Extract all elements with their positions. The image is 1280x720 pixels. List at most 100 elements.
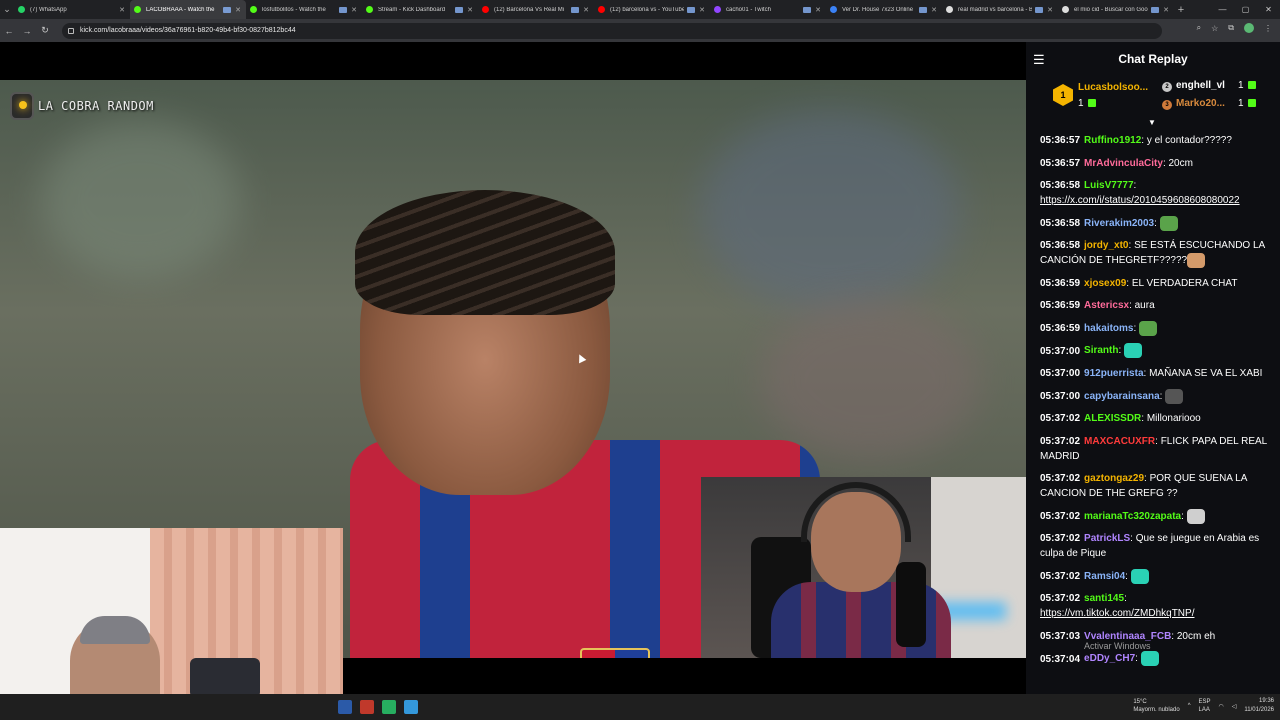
leader-3-count-value: 1 <box>1238 98 1244 109</box>
video-player[interactable]: LA COBRA RANDOM <box>0 42 1026 694</box>
message-username[interactable]: LuisV7777 <box>1084 180 1133 191</box>
close-tab-icon[interactable]: ✕ <box>930 6 938 14</box>
address-bar-row: ← → ↻ kick.com/lacobraaa/videos/36a76961… <box>0 19 1280 42</box>
message-time: 05:36:58 <box>1040 217 1081 229</box>
close-tab-icon[interactable]: ✕ <box>234 6 242 14</box>
message-username[interactable]: gaztongaz29 <box>1084 473 1144 484</box>
message-text: y el contador????? <box>1146 135 1232 146</box>
message-username[interactable]: xjosex09 <box>1084 278 1126 289</box>
message-username[interactable]: hakaitoms <box>1084 323 1133 334</box>
tab-favicon-icon <box>250 6 257 13</box>
close-tab-icon[interactable]: ✕ <box>814 6 822 14</box>
browser-tab[interactable]: (12) barcelona vs - YouTube ✕ <box>594 0 710 19</box>
emote-icon <box>1186 508 1205 524</box>
leader-3-name[interactable]: Marko20... <box>1176 98 1225 109</box>
tab-audio-icon[interactable] <box>223 6 231 13</box>
leader-2-name[interactable]: enghell_vl <box>1176 80 1225 91</box>
tab-audio-icon[interactable] <box>571 6 579 13</box>
close-tab-icon[interactable]: ✕ <box>350 6 358 14</box>
close-tab-icon[interactable]: ✕ <box>1162 6 1170 14</box>
minimize-icon[interactable]: — <box>1211 0 1234 19</box>
chevron-up-icon[interactable]: ^ <box>1188 703 1191 709</box>
bookmark-star-icon[interactable]: ☆ <box>1211 24 1218 33</box>
language-indicator[interactable]: ESP LAA <box>1199 698 1211 714</box>
message-username[interactable]: marianaTc320zapata <box>1084 511 1181 522</box>
browser-tab[interactable]: el mio cid - Buscar con Goog ✕ <box>1058 0 1174 19</box>
message-username[interactable]: eDDy_CH7 <box>1084 654 1135 665</box>
message-username[interactable]: 912puerrista <box>1084 368 1143 379</box>
tab-favicon-icon <box>482 6 489 13</box>
browser-tab[interactable]: Stream - Kick Dashboard ✕ <box>362 0 478 19</box>
app-icon[interactable] <box>404 700 418 714</box>
message-username[interactable]: MAXCACUXFR <box>1084 436 1155 447</box>
chat-message: 05:37:02 santi145: https://vm.tiktok.com/… <box>1040 591 1272 621</box>
tab-audio-icon[interactable] <box>455 6 463 13</box>
tab-audio-icon[interactable] <box>339 6 347 13</box>
tab-title: Ver Dr. House 7x23 Online <box>842 6 914 13</box>
crowd-blur <box>40 120 240 280</box>
app-icon[interactable] <box>382 700 396 714</box>
app-icon[interactable] <box>338 700 352 714</box>
message-username[interactable]: PatrickLS <box>1084 533 1130 544</box>
close-tab-icon[interactable]: ✕ <box>466 6 474 14</box>
browser-tab[interactable]: cacho01 - Twitch ✕ <box>710 0 826 19</box>
browser-tab[interactable]: Ver Dr. House 7x23 Online ✕ <box>826 0 942 19</box>
maximize-icon[interactable]: ▢ <box>1234 0 1257 19</box>
zoom-icon[interactable]: ⌕ <box>1197 23 1201 33</box>
back-icon[interactable]: ← <box>0 26 18 36</box>
reload-icon[interactable]: ↻ <box>36 25 54 36</box>
collapse-chat-icon[interactable]: ☰ <box>1033 52 1045 68</box>
new-tab-button[interactable]: + <box>1174 4 1188 16</box>
leader-1-count: 1 <box>1078 98 1096 109</box>
forward-icon[interactable]: → <box>18 26 36 36</box>
browser-tab[interactable]: (12) Barcelona Vs Real Mi ✕ <box>478 0 594 19</box>
chat-message-list[interactable]: 05:36:57 Ruffino1912: y el contador????? 0… <box>1026 130 1280 667</box>
expand-leaderboard-icon[interactable]: ▼ <box>1148 118 1156 127</box>
emote-icon <box>1124 343 1143 359</box>
browser-tab[interactable]: LACOBRAAA - Watch the ✕ <box>130 0 246 19</box>
close-tab-icon[interactable]: ✕ <box>1046 6 1054 14</box>
weather-widget[interactable]: 15°C Mayorm. nublado <box>1133 698 1179 714</box>
message-link[interactable]: https://vm.tiktok.com/ZMDhkqTNP/ <box>1040 608 1194 619</box>
tab-audio-icon[interactable] <box>803 6 811 13</box>
tab-search-icon[interactable]: ⌄ <box>0 0 14 19</box>
profile-avatar[interactable] <box>1244 23 1254 33</box>
volume-icon[interactable]: ◁ <box>1232 703 1237 710</box>
site-info-icon[interactable] <box>68 27 74 34</box>
player-hair <box>355 190 615 315</box>
tab-audio-icon[interactable] <box>1151 6 1159 13</box>
menu-kebab-icon[interactable]: ⋮ <box>1264 24 1272 33</box>
tab-audio-icon[interactable] <box>1035 6 1043 13</box>
browser-tab[interactable]: real madrid vs barcelona - B ✕ <box>942 0 1058 19</box>
message-time: 05:37:03 <box>1040 630 1081 642</box>
tab-audio-icon[interactable] <box>687 6 695 13</box>
browser-tab[interactable]: losfutbolitos - Watch the ✕ <box>246 0 362 19</box>
browser-tab[interactable]: (7) WhatsApp ✕ <box>14 0 130 19</box>
message-username[interactable]: capybarainsana <box>1084 391 1160 402</box>
url-bar[interactable]: kick.com/lacobraaa/videos/36a76961-b820-… <box>62 22 1162 39</box>
wifi-icon[interactable]: ◠ <box>1219 703 1224 710</box>
tab-audio-icon[interactable] <box>919 6 927 13</box>
close-tab-icon[interactable]: ✕ <box>118 6 126 14</box>
message-username[interactable]: santi145 <box>1084 593 1124 604</box>
message-username[interactable]: ALEXISSDR <box>1084 413 1141 424</box>
message-username[interactable]: Ramsi04 <box>1084 571 1125 582</box>
message-link[interactable]: https://x.com/i/status/20104596086080800… <box>1040 195 1240 206</box>
clock[interactable]: 19:36 11/01/2026 <box>1244 697 1274 715</box>
app-icon[interactable] <box>360 700 374 714</box>
message-username[interactable]: Riverakim2003 <box>1084 218 1154 229</box>
chat-message: 05:37:00 capybarainsana: <box>1040 388 1272 404</box>
message-username[interactable]: Ruffino1912 <box>1084 135 1141 146</box>
close-tab-icon[interactable]: ✕ <box>582 6 590 14</box>
close-window-icon[interactable]: ✕ <box>1257 0 1280 19</box>
close-tab-icon[interactable]: ✕ <box>698 6 706 14</box>
tab-title: real madrid vs barcelona - B <box>958 6 1032 13</box>
message-username[interactable]: MrAdvinculaCity <box>1084 158 1163 169</box>
leader-1-name[interactable]: Lucasbolsoo... <box>1078 82 1148 93</box>
message-username[interactable]: Astericsx <box>1084 300 1129 311</box>
headset <box>801 482 911 542</box>
extensions-icon[interactable]: ⧉ <box>1228 23 1234 33</box>
message-username[interactable]: jordy_xt0 <box>1084 240 1128 251</box>
message-time: 05:37:00 <box>1040 390 1081 402</box>
message-username[interactable]: Siranth <box>1084 346 1118 357</box>
